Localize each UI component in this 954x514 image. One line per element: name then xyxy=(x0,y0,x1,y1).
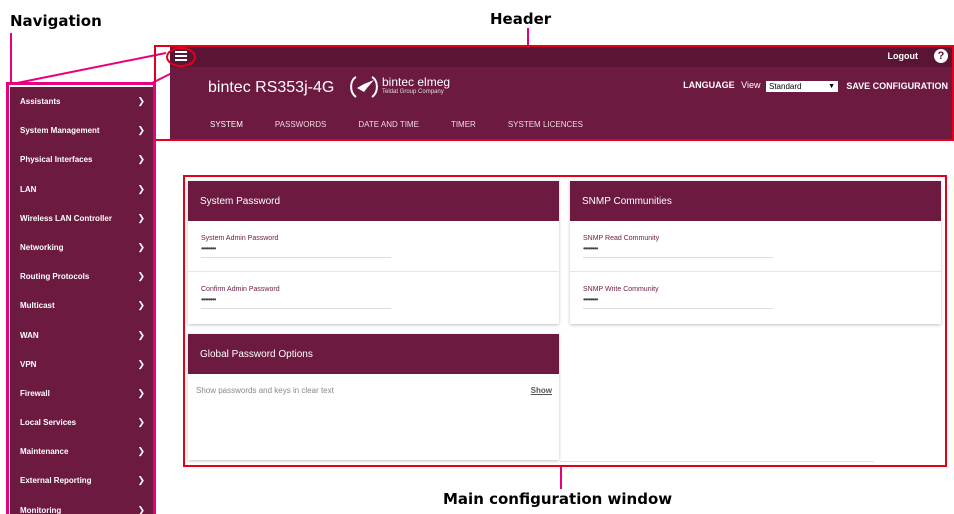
main-callout-line xyxy=(560,467,562,489)
navigation-callout-label: Navigation xyxy=(10,12,102,30)
header-callout-label: Header xyxy=(490,10,552,28)
header-highlight-box xyxy=(154,45,954,141)
main-window-callout-label: Main configuration window xyxy=(443,490,673,508)
header-callout-line xyxy=(527,28,529,45)
navigation-callout-line xyxy=(10,33,12,85)
navigation-highlight-box xyxy=(6,82,156,514)
menu-highlight-circle xyxy=(166,47,196,67)
main-window-highlight-box xyxy=(183,175,947,467)
